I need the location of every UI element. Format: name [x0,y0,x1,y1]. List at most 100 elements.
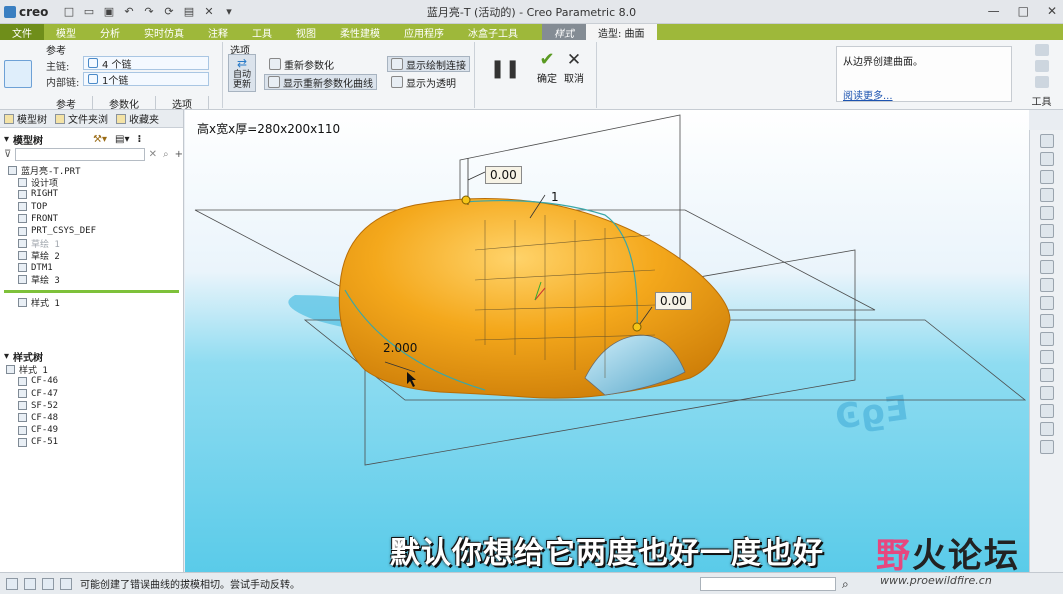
named-views-icon[interactable] [1039,224,1054,238]
tab-style-surface[interactable]: 造型: 曲面 [586,24,657,40]
model-tree-item[interactable]: 草绘 3 [8,274,183,286]
annotation-display-icon[interactable] [1039,296,1054,310]
tree-search-input[interactable] [15,147,145,161]
show-draw-connection-toggle[interactable]: 显示绘制连接 [387,56,470,72]
main-chain-field[interactable]: 4 个链 [83,56,209,71]
menu-analysis[interactable]: 分析 [88,24,132,40]
datum-display-icon[interactable] [1039,260,1054,274]
tool-icon[interactable] [1034,44,1049,56]
show-transparent-toggle[interactable]: 显示为透明 [388,74,459,90]
view-manager-icon[interactable] [1039,242,1054,256]
style-tree-item[interactable]: CF-47 [6,387,183,399]
tab-model-tree[interactable]: 模型树 [0,111,51,126]
inner-chain-field[interactable]: 1个链 [83,72,209,87]
maximize-icon[interactable]: □ [1018,4,1029,18]
menu-model[interactable]: 模型 [44,24,88,40]
model-tree-item[interactable]: 草绘 2 [8,249,183,262]
style-tree-item[interactable]: CF-48 [6,412,183,424]
connect-icon[interactable] [1039,404,1054,418]
add-icon[interactable]: + [175,149,183,160]
tab-options[interactable]: 选项 [156,96,209,111]
model-tree-item[interactable]: FRONT [8,213,183,225]
graphics-viewport[interactable]: ϾϱƎ 高x宽x厚=280x200x110 0.00 1 0.00 2.000 … [185,110,1029,572]
zoom-out-icon[interactable] [1039,170,1054,184]
left-dimension-value[interactable]: 2.000 [383,341,417,355]
cancel-button[interactable]: ✕ 取消 [563,50,585,85]
selection-filter[interactable] [700,577,836,591]
search-icon[interactable]: ⌕ [163,149,169,160]
menu-view[interactable]: 视图 [284,24,328,40]
model-tree-item[interactable]: PRT_CSYS_DEF [8,225,183,237]
refit-icon[interactable] [1039,134,1054,148]
open-file-icon[interactable]: ▭ [82,5,96,19]
new-file-icon[interactable]: □ [62,5,76,19]
navigator-toggle-icon[interactable] [6,577,18,590]
curve-tool-icon[interactable] [1039,314,1054,328]
model-tree-item[interactable]: 草绘 1 [8,237,183,250]
tree-columns-icon[interactable]: ▤▾ [115,134,129,145]
regenerate-icon[interactable]: ⟳ [162,5,176,19]
analysis-icon[interactable] [1039,368,1054,382]
minimize-icon[interactable]: — [988,4,1000,18]
dimension-one[interactable]: 1 [551,190,559,204]
active-feature-item[interactable]: 样式 1 [0,297,183,309]
style-tree-item[interactable]: CF-51 [6,436,183,448]
surface-tool-icon[interactable] [1039,332,1054,346]
pause-icon[interactable]: ❚❚ [490,58,520,79]
tab-style[interactable]: 样式 [542,24,586,40]
ok-button[interactable]: ✔ 确定 [536,50,558,86]
tab-parameterize[interactable]: 参数化 [93,96,156,111]
plane-icon[interactable] [1039,422,1054,436]
read-more-link[interactable]: 阅读更多... [843,87,893,102]
model-tree-item[interactable]: RIGHT [8,188,183,200]
fullscreen-icon[interactable] [42,577,54,590]
reparam-button[interactable]: 重新参数化 [266,56,337,72]
menu-tools[interactable]: 工具 [240,24,284,40]
close-window-icon[interactable]: ✕ [202,5,216,19]
model-tree-item[interactable]: 设计项 [8,176,183,189]
tab-folder-browser[interactable]: 文件夹浏 [51,111,112,126]
menu-icebox-tools[interactable]: 冰盒子工具 [456,24,530,40]
style-tree-item[interactable]: 样式 1 [6,363,183,376]
redo-icon[interactable]: ↷ [142,5,156,19]
menu-live-simulation[interactable]: 实时仿真 [132,24,196,40]
show-reparam-curves-toggle[interactable]: 显示重新参数化曲线 [264,74,377,90]
model-tree-item[interactable]: DTM1 [8,262,183,274]
menu-annotate[interactable]: 注释 [196,24,240,40]
tool-icon[interactable] [1034,76,1049,88]
tree-more-icon[interactable]: ⁝ [137,134,141,145]
qat-dropdown-icon[interactable]: ▾ [222,5,236,19]
browser-toggle-icon[interactable] [24,577,36,590]
control-point[interactable] [632,322,642,332]
close-icon[interactable]: ✕ [1047,4,1057,18]
menu-flexible-modeling[interactable]: 柔性建模 [328,24,392,40]
spin-center-icon[interactable] [1039,278,1054,292]
tree-settings-icon[interactable]: ⚒▾ [93,134,107,145]
boundary-surface-icon[interactable] [4,60,32,88]
display-style-icon[interactable] [1039,206,1054,220]
save-icon[interactable]: ▣ [102,5,116,19]
trim-icon[interactable] [1039,386,1054,400]
model-tree-item[interactable]: 蓝月亮-T.PRT [8,164,183,177]
tab-reference[interactable]: 参考 [40,96,93,111]
clear-search-icon[interactable]: ✕ [149,149,157,160]
tool-icon[interactable] [1034,60,1049,72]
style-tree-item[interactable]: CF-46 [6,375,183,387]
right-tangent-value[interactable]: 0.00 [655,292,692,310]
windows-icon[interactable]: ▤ [182,5,196,19]
style-tree-item[interactable]: CF-49 [6,424,183,436]
find-icon[interactable]: ⌕ [842,577,849,592]
zoom-in-icon[interactable] [1039,152,1054,166]
menu-file[interactable]: 文件 [0,24,44,40]
model-tree-item[interactable]: TOP [8,201,183,213]
edit-curve-icon[interactable] [1039,350,1054,364]
menu-applications[interactable]: 应用程序 [392,24,456,40]
undo-icon[interactable]: ↶ [122,5,136,19]
auto-update-button[interactable]: ⇄ 自动更新 [228,54,256,92]
style-tree-item[interactable]: SF-52 [6,400,183,412]
control-point[interactable] [461,195,471,205]
settings-icon[interactable] [1039,440,1054,454]
tab-favorites[interactable]: 收藏夹 [112,111,163,126]
top-tangent-value[interactable]: 0.00 [485,166,522,184]
repaint-icon[interactable] [1039,188,1054,202]
